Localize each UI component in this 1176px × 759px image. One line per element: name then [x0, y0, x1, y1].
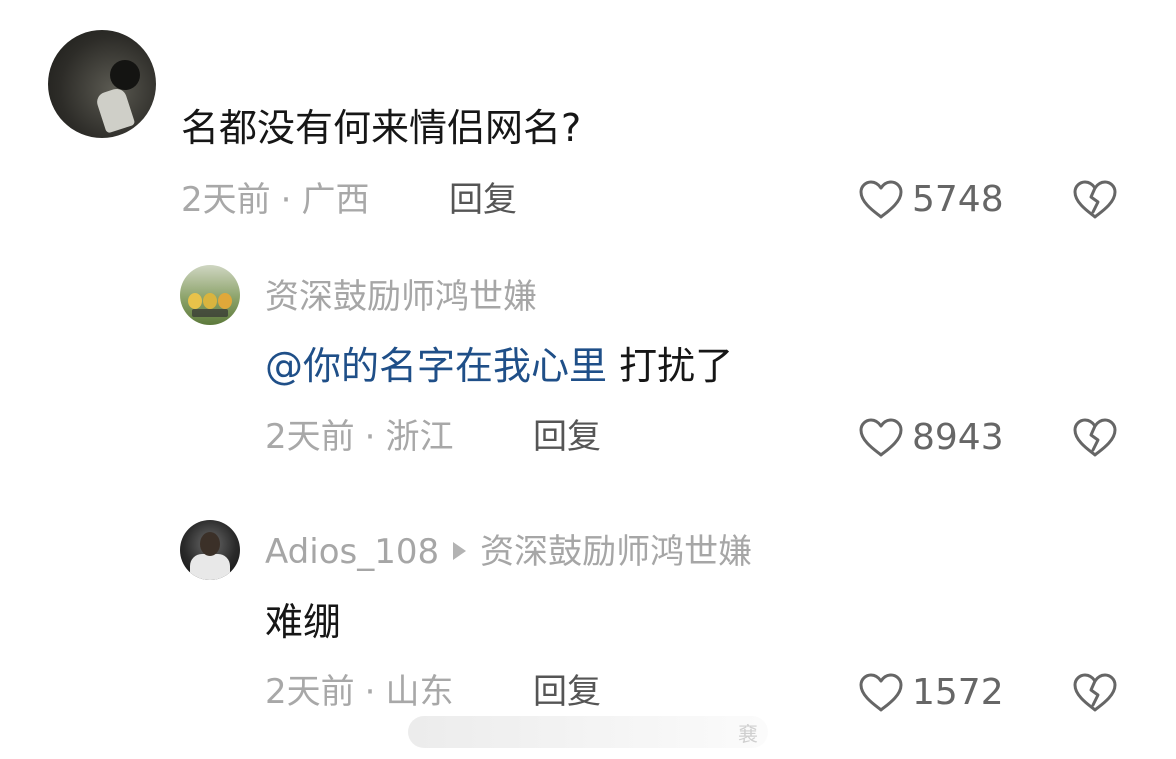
reply-username[interactable]: 资深鼓励师鸿世嫌 [265, 280, 537, 314]
avatar-figure [203, 293, 217, 309]
avatar-figure [190, 554, 230, 580]
heart-outline-icon [858, 179, 904, 221]
reply-text: @你的名字在我心里 打扰了 [265, 347, 733, 385]
avatar-figure [218, 293, 232, 309]
avatar-figure-detail [94, 86, 136, 134]
like-count: 1572 [912, 672, 1004, 713]
reply-meta: 2天前 · 山东 [265, 675, 453, 709]
avatar[interactable] [180, 265, 240, 325]
reply-button[interactable]: 回复 [533, 675, 601, 709]
reply-body: 打扰了 [607, 344, 734, 388]
avatar-figure-detail [200, 532, 220, 556]
like-button[interactable]: 1572 [858, 670, 1004, 716]
reply-text: 难绷 [265, 600, 342, 644]
comment-location: 广西 [301, 180, 370, 220]
watermark: 㐮 [408, 716, 768, 748]
reply-to-username[interactable]: 资深鼓励师鸿世嫌 [480, 532, 752, 572]
like-count: 5748 [912, 179, 1004, 220]
comment-text: 名都没有何来情侣网名? [181, 106, 582, 150]
avatar-figure [110, 60, 140, 90]
meta-separator: · [364, 672, 376, 712]
reply-button[interactable]: 回复 [449, 183, 517, 217]
mention-link[interactable]: @你的名字在我心里 [265, 344, 607, 388]
heart-outline-icon [858, 417, 904, 459]
like-button[interactable]: 8943 [858, 415, 1004, 461]
broken-heart-icon[interactable] [1072, 179, 1118, 221]
reply-time: 2天前 [265, 417, 355, 457]
avatar-figure [188, 293, 202, 309]
broken-heart-icon[interactable] [1072, 672, 1118, 714]
like-count: 8943 [912, 417, 1004, 458]
meta-separator: · [364, 417, 376, 457]
reply-location: 山东 [385, 672, 454, 712]
avatar[interactable] [180, 520, 240, 580]
broken-heart-icon[interactable] [1072, 417, 1118, 459]
meta-separator: · [280, 180, 292, 220]
reply-meta: 2天前 · 浙江 [265, 420, 453, 454]
reply-username-line: Adios_108 资深鼓励师鸿世嫌 [265, 535, 752, 569]
reply-to-arrow-icon [453, 541, 467, 560]
heart-outline-icon [858, 672, 904, 714]
reply-username[interactable]: Adios_108 [265, 532, 439, 572]
watermark-text: 㐮 [738, 721, 758, 746]
reply-time: 2天前 [265, 672, 355, 712]
comment-time: 2天前 [181, 180, 271, 220]
reply-location: 浙江 [385, 417, 454, 457]
avatar-caption [192, 309, 228, 317]
comment-meta: 2天前 · 广西 [181, 183, 369, 217]
like-button[interactable]: 5748 [858, 177, 1004, 223]
avatar[interactable] [48, 30, 156, 138]
reply-button[interactable]: 回复 [533, 420, 601, 454]
